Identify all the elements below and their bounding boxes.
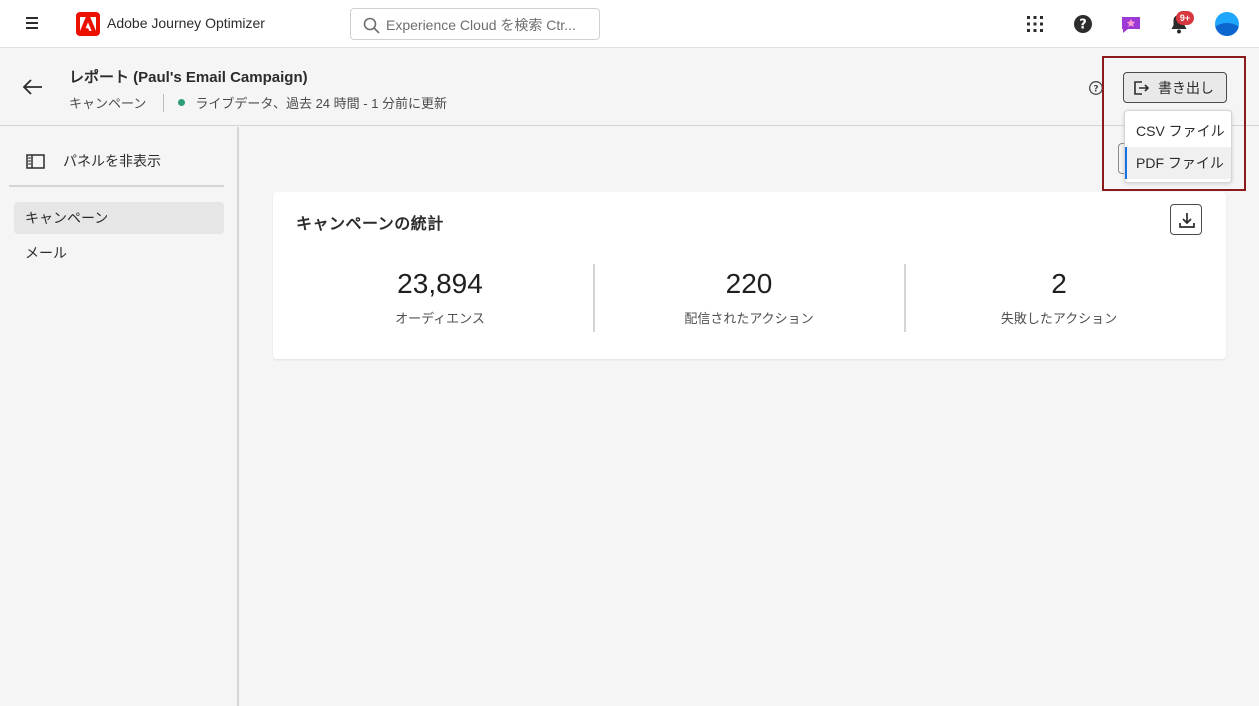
- export-menu: CSV ファイル PDF ファイル: [1124, 110, 1232, 183]
- metric-value: 2: [1051, 268, 1067, 299]
- back-arrow-icon[interactable]: [22, 77, 44, 97]
- metric-value: 220: [725, 268, 773, 299]
- card-title: キャンペーンの統計: [296, 216, 444, 233]
- metric-audience: 23,894 オーディエンス: [290, 268, 590, 327]
- metric-label: 失敗したアクション: [1000, 311, 1118, 326]
- campaign-stats-card: キャンペーンの統計 23,894 オーディエンス 220 配信されたアクション …: [273, 192, 1226, 359]
- metric-label: 配信されたアクション: [684, 311, 814, 326]
- download-icon: [1179, 213, 1195, 228]
- info-help-icon[interactable]: ?: [1088, 80, 1104, 96]
- menu-item-csv[interactable]: CSV ファイル: [1125, 115, 1231, 147]
- svg-text:?: ?: [1079, 18, 1087, 33]
- svg-text:?: ?: [1093, 85, 1098, 95]
- hamburger-menu-icon[interactable]: [22, 14, 42, 34]
- page-subtitle: キャンペーン ライブデータ、過去 24 時間 - 1 分前に更新: [69, 93, 447, 112]
- app-title[interactable]: Adobe Journey Optimizer: [107, 15, 265, 31]
- page-header: レポート (Paul's Email Campaign) キャンペーン ライブデ…: [0, 49, 1259, 126]
- export-button-label: 書き出し: [1158, 79, 1214, 96]
- adobe-logo-icon[interactable]: [76, 12, 100, 36]
- metric-value: 23,894: [397, 268, 483, 299]
- feedback-chat-icon[interactable]: [1119, 12, 1143, 36]
- user-avatar[interactable]: [1215, 12, 1239, 36]
- menu-item-pdf[interactable]: PDF ファイル: [1125, 147, 1231, 179]
- apps-grid-icon[interactable]: [1023, 12, 1047, 36]
- sidebar-item-email[interactable]: メール: [14, 237, 224, 269]
- metric-divider: [904, 264, 906, 332]
- live-status-text: ライブデータ、過去 24 時間 - 1 分前に更新: [195, 96, 448, 111]
- sidebar-item-campaign[interactable]: キャンペーン: [14, 202, 224, 234]
- export-icon: [1134, 80, 1150, 95]
- notification-badge: 9+: [1176, 11, 1194, 25]
- download-button[interactable]: [1170, 204, 1202, 235]
- top-bar: Adobe Journey Optimizer ? 9+: [0, 0, 1259, 48]
- help-icon[interactable]: ?: [1071, 12, 1095, 36]
- report-type-label: キャンペーン: [69, 96, 147, 111]
- search-input[interactable]: [386, 15, 591, 35]
- hide-panel-label: パネルを非表示: [63, 153, 161, 169]
- search-icon: [363, 17, 380, 34]
- live-status-dot: [178, 99, 186, 106]
- hide-panel-button[interactable]: パネルを非表示: [26, 151, 161, 171]
- metric-divider: [593, 264, 595, 332]
- metric-label: オーディエンス: [395, 311, 485, 326]
- metric-failed-actions: 2 失敗したアクション: [909, 268, 1209, 327]
- subtitle-divider: [163, 93, 165, 112]
- search-box[interactable]: [350, 8, 600, 40]
- panel-divider: [9, 185, 224, 187]
- metric-delivered-actions: 220 配信されたアクション: [599, 268, 899, 327]
- left-panel: パネルを非表示 キャンペーン メール: [0, 127, 239, 706]
- export-button[interactable]: 書き出し: [1123, 72, 1227, 103]
- panel-icon: [26, 153, 45, 169]
- page-title: レポート (Paul's Email Campaign): [69, 69, 308, 86]
